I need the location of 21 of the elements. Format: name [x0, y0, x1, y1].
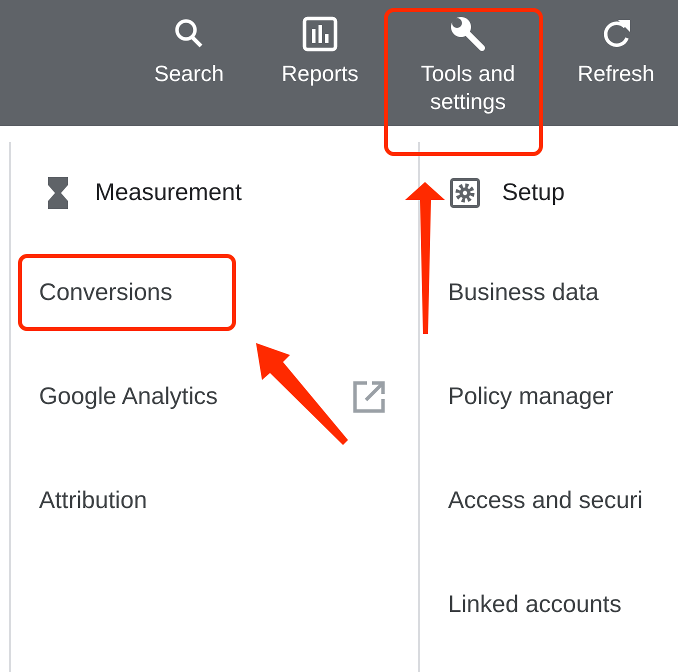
wrench-icon [448, 14, 488, 54]
gear-icon [450, 178, 480, 208]
menu-link[interactable]: Conversions [39, 275, 172, 311]
toolbar-label: Reports [281, 60, 359, 88]
toolbar-button[interactable]: Refresh [566, 0, 666, 88]
menu-link[interactable]: Linked accounts [448, 587, 622, 623]
toolbar-button[interactable]: Tools and settings [401, 0, 535, 116]
menu-link[interactable]: Attribution [39, 483, 148, 519]
section-heading: Setup [502, 178, 565, 208]
bar-chart-icon [302, 16, 338, 52]
menu-link[interactable]: Policy manager [448, 379, 614, 415]
section-heading: Measurement [95, 178, 242, 208]
menu-link[interactable]: Google Analytics [39, 379, 218, 415]
toolbar-label: Tools and settings [420, 60, 516, 116]
menu-link[interactable]: Business data [448, 275, 599, 311]
hourglass-icon [47, 177, 69, 209]
toolbar-button[interactable]: Reports [239, 0, 401, 88]
toolbar-label: Refresh [577, 60, 655, 88]
menu-link[interactable]: Access and securi [448, 483, 643, 519]
toolbar-label: Search [154, 60, 224, 88]
toolbar-button[interactable]: Search [139, 0, 239, 88]
